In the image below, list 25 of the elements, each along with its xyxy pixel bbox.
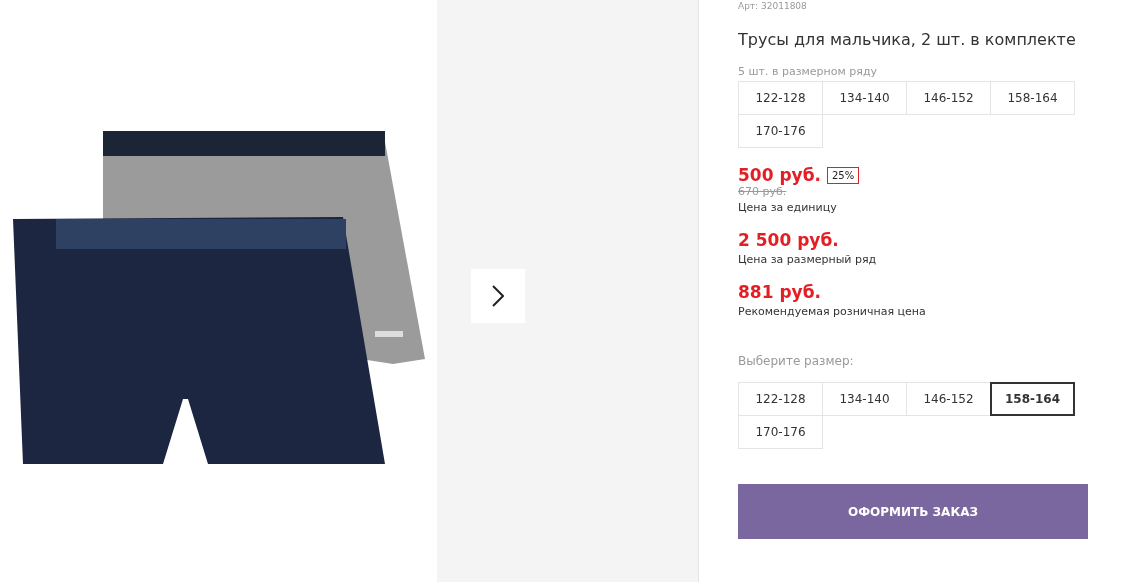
price: 881 руб. — [738, 282, 822, 302]
pack-size-cell: 158-164 — [990, 81, 1075, 115]
pack-size-cell: 122-128 — [738, 81, 823, 115]
size-label: Выберите размер: — [738, 354, 855, 368]
chevron-right-icon — [492, 285, 504, 307]
size-option[interactable]: 170-176 — [738, 415, 823, 449]
pack-size-cell: 170-176 — [738, 114, 823, 148]
discount-badge: 25% — [827, 166, 860, 184]
size-option[interactable]: 158-164 — [990, 382, 1075, 416]
article-number: Арт: 32011808 — [738, 1, 808, 12]
size-option[interactable]: 146-152 — [906, 382, 991, 416]
pack-size-cell: 134-140 — [822, 81, 907, 115]
price-caption: Цена за размерный ряд — [738, 253, 878, 266]
price-caption: Рекомендуемая розничная цена — [738, 305, 927, 318]
unit-price: 500 руб. — [738, 165, 821, 185]
size-option[interactable]: 122-128 — [738, 382, 823, 416]
product-title: Трусы для мальчика, 2 шт. в комплекте — [738, 30, 1077, 49]
size-option[interactable]: 134-140 — [822, 382, 907, 416]
price: 2 500 руб. — [738, 230, 840, 250]
order-button[interactable]: ОФОРМИТЬ ЗАКАЗ — [738, 484, 1088, 539]
pack-size-cell: 146-152 — [906, 81, 991, 115]
old-price: 670 руб. — [738, 185, 788, 198]
next-image-button[interactable] — [471, 269, 525, 323]
pack-label: 5 шт. в размерном ряду — [738, 65, 878, 78]
price-caption: Цена за единицу — [738, 201, 838, 214]
